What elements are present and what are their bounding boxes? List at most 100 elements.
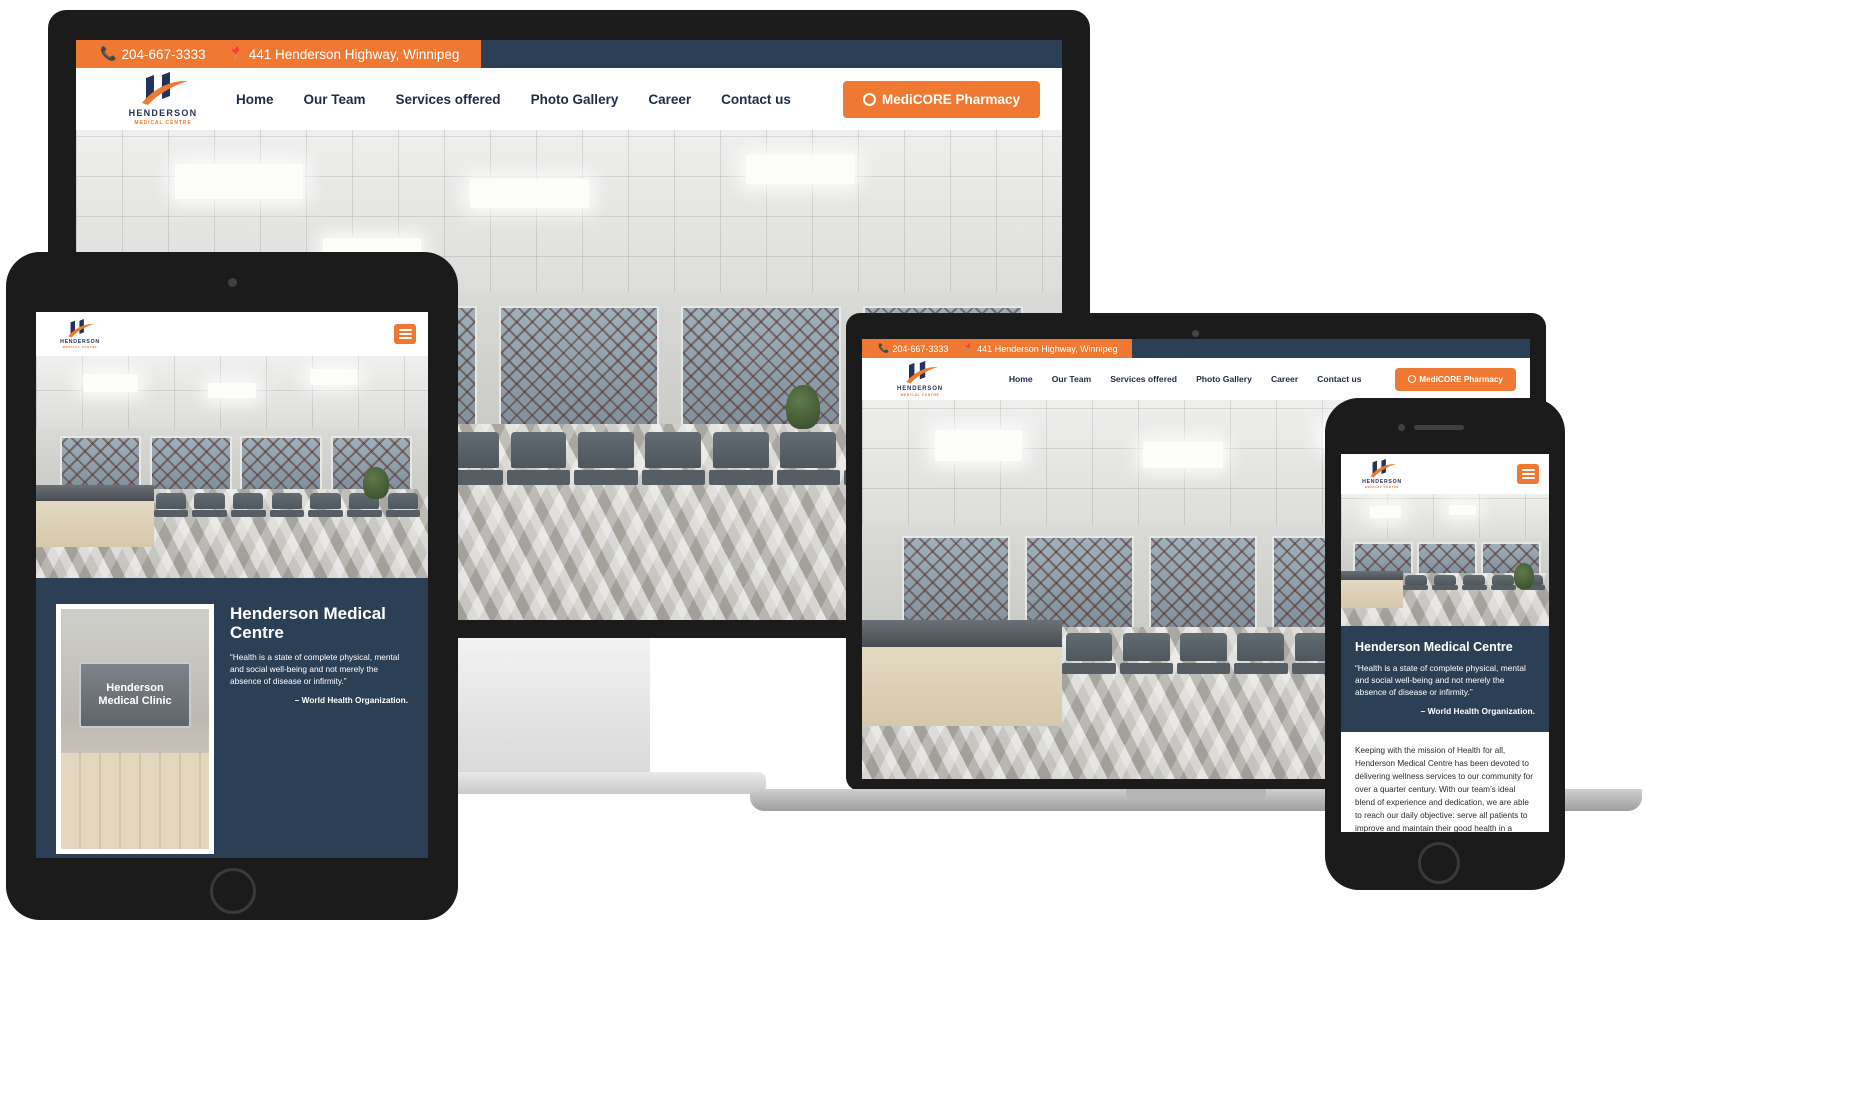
- chair: [385, 492, 421, 527]
- address-item[interactable]: 📍 441 Henderson Highway, Winnipeg: [227, 46, 459, 62]
- phone-icon: 📞: [878, 343, 890, 353]
- light-panel: [1370, 505, 1402, 518]
- nav-item-photo-gallery[interactable]: Photo Gallery: [531, 92, 619, 107]
- reception-counter: [36, 484, 154, 547]
- clinic-photo: Henderson Medical Clinic: [61, 609, 209, 849]
- page-title: Henderson Medical Centre: [1355, 640, 1513, 654]
- circle-dot-icon: [1407, 375, 1416, 383]
- navbar-phone: HENDERSON MEDICAL CENTRE: [1341, 454, 1549, 494]
- brand-logo-phone[interactable]: HENDERSON MEDICAL CENTRE: [1351, 458, 1413, 490]
- topbar-filler: [1131, 339, 1530, 358]
- chair: [1234, 633, 1288, 691]
- nav-item-photo-gallery[interactable]: Photo Gallery: [1196, 374, 1252, 384]
- medicore-pharmacy-button[interactable]: MediCORE Pharmacy: [1394, 367, 1516, 391]
- brand-sub: MEDICAL CENTRE: [900, 392, 940, 397]
- chair: [1119, 633, 1174, 691]
- chair: [192, 492, 227, 527]
- nav-item-career[interactable]: Career: [1271, 374, 1298, 384]
- topbar-contact-group: 📞 204-667-3333 📍 441 Henderson Highway, …: [76, 40, 482, 68]
- intro-paragraph-1: Keeping with the mission of Health for a…: [1355, 745, 1533, 832]
- topbar-filler: [481, 40, 1062, 68]
- chair: [641, 431, 706, 507]
- tablet-home-button[interactable]: [210, 868, 256, 914]
- tablet-screen: HENDERSON MEDICAL CENTRE Henderson Medic…: [36, 312, 428, 858]
- responsive-mockup-stage: 📞 204-667-3333 📍 441 Henderson Highway, …: [0, 0, 1865, 1100]
- phone-icon: 📞: [100, 46, 117, 61]
- navbar: HENDERSON MEDICAL CENTRE Home Our Team S…: [76, 68, 1062, 130]
- nav-item-contact-us[interactable]: Contact us: [721, 92, 791, 107]
- who-quote: “Health is a state of complete physical,…: [230, 652, 400, 687]
- nav-item-services-offered[interactable]: Services offered: [396, 92, 501, 107]
- light-panel: [310, 369, 358, 385]
- address-item[interactable]: 📍 441 Henderson Highway, Winnipeg: [963, 343, 1118, 354]
- nav-item-our-team[interactable]: Our Team: [303, 92, 365, 107]
- intro-text-tablet: Henderson Medical Centre “Health is a st…: [230, 604, 408, 854]
- hero-image-tablet: [36, 356, 428, 578]
- chair: [153, 492, 189, 527]
- light-panel: [935, 430, 1023, 461]
- light-panel: [83, 373, 138, 392]
- address-text: 441 Henderson Highway, Winnipeg: [977, 343, 1118, 354]
- topbar-contact-group: 📞 204-667-3333 📍 441 Henderson Highway, …: [862, 339, 1132, 358]
- clinic-photo-frame: Henderson Medical Clinic: [56, 604, 214, 854]
- nav-item-our-team[interactable]: Our Team: [1052, 374, 1091, 384]
- hero-image-phone: [1341, 494, 1549, 626]
- intro-section-phone: Henderson Medical Centre “Health is a st…: [1341, 626, 1549, 732]
- chair: [1432, 575, 1458, 595]
- page-title: Henderson Medical Centre: [230, 604, 386, 643]
- brand-logo-tablet[interactable]: HENDERSON MEDICAL CENTRE: [48, 318, 112, 350]
- website-phone: HENDERSON MEDICAL CENTRE Henderson Medic…: [1341, 454, 1549, 832]
- phone-item[interactable]: 📞 204-667-3333: [878, 343, 948, 354]
- quote-attribution: – World Health Organization.: [1420, 705, 1535, 716]
- brand-logo-laptop[interactable]: HENDERSON MEDICAL CENTRE: [876, 361, 964, 397]
- sign-line-2: Medical Clinic: [98, 694, 172, 707]
- brand-logo[interactable]: HENDERSON MEDICAL CENTRE: [98, 72, 228, 126]
- nav-item-career[interactable]: Career: [648, 92, 691, 107]
- cabinets: [61, 753, 209, 849]
- brand-name: HENDERSON: [897, 386, 943, 393]
- nav-item-services-offered[interactable]: Services offered: [1110, 374, 1177, 384]
- body-section-phone: Keeping with the mission of Health for a…: [1341, 731, 1549, 832]
- hamburger-menu-icon[interactable]: [394, 324, 416, 344]
- henderson-h-logo: [1370, 458, 1396, 478]
- plant: [362, 467, 389, 499]
- quote-attribution: – World Health Organization.: [294, 695, 408, 706]
- intro-section-tablet: Henderson Medical Clinic Henderson Medic…: [36, 578, 428, 858]
- light-panel: [746, 154, 855, 184]
- laptop-webcam: [1192, 330, 1199, 337]
- map-pin-icon: 📍: [227, 46, 245, 61]
- hamburger-menu-icon[interactable]: [1517, 464, 1539, 484]
- phone-home-button[interactable]: [1418, 842, 1460, 884]
- circle-dot-icon: [862, 92, 876, 106]
- light-panel: [174, 164, 303, 199]
- navbar-laptop: HENDERSON MEDICAL CENTRE Home Our Team S…: [862, 358, 1530, 400]
- chair: [709, 431, 773, 507]
- monitor-stand: [452, 636, 650, 784]
- brand-sub: MEDICAL CENTRE: [62, 345, 98, 350]
- main-nav: Home Our Team Services offered Photo Gal…: [236, 80, 1040, 118]
- light-panel: [1449, 504, 1477, 516]
- medicore-pharmacy-button[interactable]: MediCORE Pharmacy: [842, 80, 1040, 118]
- chair: [506, 431, 571, 507]
- henderson-h-logo: [68, 318, 94, 338]
- website-tablet: HENDERSON MEDICAL CENTRE Henderson Medic…: [36, 312, 428, 858]
- light-panel: [1142, 441, 1223, 469]
- topbar: 📞 204-667-3333 📍 441 Henderson Highway, …: [76, 40, 1062, 68]
- navbar-tablet: HENDERSON MEDICAL CENTRE: [36, 312, 428, 356]
- map-pin-icon: 📍: [962, 343, 975, 353]
- phone-device: HENDERSON MEDICAL CENTRE Henderson Medic…: [1325, 398, 1565, 890]
- henderson-h-logo: [142, 72, 188, 106]
- clinic-sign: Henderson Medical Clinic: [78, 661, 192, 729]
- nav-item-home[interactable]: Home: [1009, 374, 1033, 384]
- nav-item-home[interactable]: Home: [236, 92, 274, 107]
- nav-item-contact-us[interactable]: Contact us: [1317, 374, 1361, 384]
- chair: [1176, 633, 1231, 691]
- phone-item[interactable]: 📞 204-667-3333: [100, 46, 206, 62]
- brand-sub: MEDICAL CENTRE: [1364, 485, 1400, 490]
- chair: [1490, 575, 1516, 595]
- reception-counter: [862, 619, 1063, 726]
- chair: [230, 492, 266, 527]
- phone-number: 204-667-3333: [892, 343, 949, 354]
- henderson-h-logo: [905, 361, 937, 384]
- chair: [1403, 575, 1429, 595]
